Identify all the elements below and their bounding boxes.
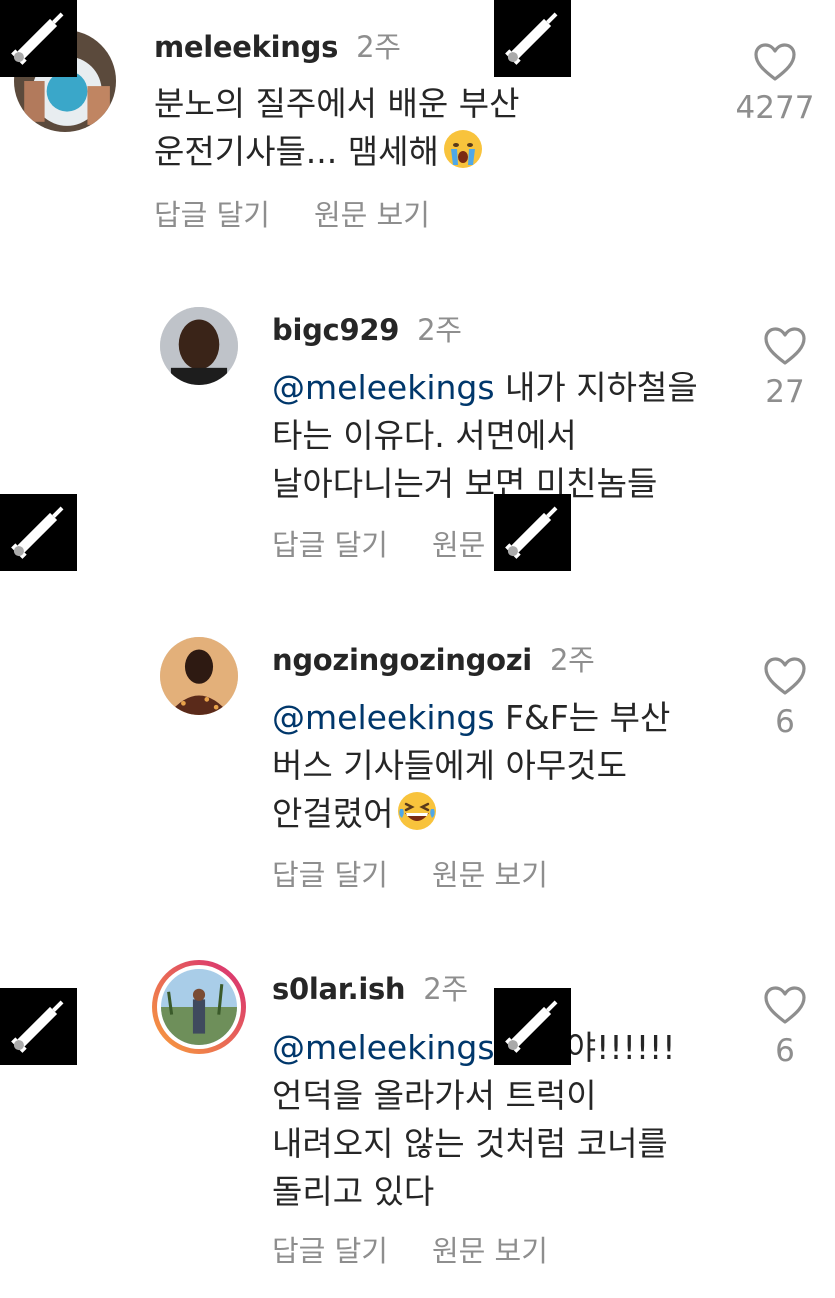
username[interactable]: s0lar.ish [272,972,406,1006]
syringe-watermark-icon [494,0,571,77]
comment-text: @meleekings 실이야!!!!!! 언덕을 올라가서 트럭이 내려오지 … [272,1024,676,1216]
like-count: 27 [765,374,805,410]
comment-line: 날아다니는거 보면 미친놈들 [272,464,658,503]
like-control: 4277 [735,42,815,126]
syringe-watermark-icon [0,988,77,1065]
like-control: 27 [745,326,825,410]
crying-face-icon [443,130,482,168]
heart-icon[interactable] [763,985,807,1025]
comment-line: 버스 기사들에게 아무것도 [272,746,627,785]
avatar[interactable] [152,960,246,1054]
comment-actions: 답글 달기 원문 보기 [272,852,548,894]
comment-text: 분노의 질주에서 배운 부산 운전기사들... 맴세해 [154,80,519,176]
comment-username-line: s0lar.ish 2주 [272,966,468,1008]
comment-line: 언덕을 올라가서 트럭이 [272,1076,597,1115]
comment-text: @meleekings 내가 지하철을 타는 이유다. 서면에서 날아다니는거 … [272,364,698,508]
heart-icon[interactable] [763,326,807,366]
avatar[interactable] [160,637,238,715]
see-original-button[interactable]: 원문 보기 [432,858,548,892]
like-count: 6 [775,1033,795,1069]
comment-line: 타는 이유다. 서면에서 [272,416,577,455]
like-count: 4277 [735,90,815,126]
like-control: 6 [745,656,825,740]
comment-actions: 답글 달기 원문 보기 [272,1228,548,1270]
see-original-button[interactable]: 원문 보기 [432,1234,548,1268]
syringe-watermark-icon [0,0,77,77]
syringe-watermark-icon [0,494,77,571]
comment-line: 운전기사들... 맴세해 [154,128,519,176]
comment-line: 분노의 질주에서 배운 부산 [154,84,520,123]
reply-button[interactable]: 답글 달기 [272,528,388,562]
avatar[interactable] [160,307,238,385]
timestamp: 2주 [549,643,595,677]
mention-link[interactable]: @meleekings [272,1028,495,1067]
syringe-watermark-icon [494,988,571,1065]
reply-button[interactable]: 답글 달기 [272,858,388,892]
like-count: 6 [775,704,795,740]
username[interactable]: bigc929 [272,313,399,347]
reply-button[interactable]: 답글 달기 [272,1234,388,1268]
timestamp: 2주 [417,313,462,347]
username[interactable]: meleekings [154,30,338,64]
like-control: 6 [745,985,825,1069]
username[interactable]: ngozingozingozi [272,643,532,677]
heart-icon[interactable] [763,656,807,696]
comment-line: @meleekings 실이야!!!!!! [272,1028,676,1067]
comment-username-line: bigc929 2주 [272,307,462,349]
syringe-watermark-icon [494,494,571,571]
comment-username-line: ngozingozingozi 2주 [272,637,595,679]
see-original-button[interactable]: 원문 보기 [314,198,430,232]
comment-line: 돌리고 있다 [272,1172,435,1211]
heart-icon[interactable] [753,42,797,82]
comment-username-line: meleekings 2주 [154,24,401,66]
comment-actions: 답글 달기 원문 보기 [154,192,430,234]
timestamp: 2주 [423,972,468,1006]
comment-text: @meleekings F&F는 부산 버스 기사들에게 아무것도 안걸렸어 [272,694,670,838]
comment-line: @meleekings F&F는 부산 [272,698,671,737]
timestamp: 2주 [356,30,401,64]
mention-link[interactable]: @meleekings [272,368,495,407]
grinning-squinting-face-icon [398,792,437,830]
mention-link[interactable]: @meleekings [272,698,495,737]
comment-line: 내려오지 않는 것처럼 코너를 [272,1124,668,1163]
comment-line: @meleekings 내가 지하철을 [272,368,698,407]
reply-button[interactable]: 답글 달기 [154,198,270,232]
comment-line: 안걸렸어 [272,790,670,838]
